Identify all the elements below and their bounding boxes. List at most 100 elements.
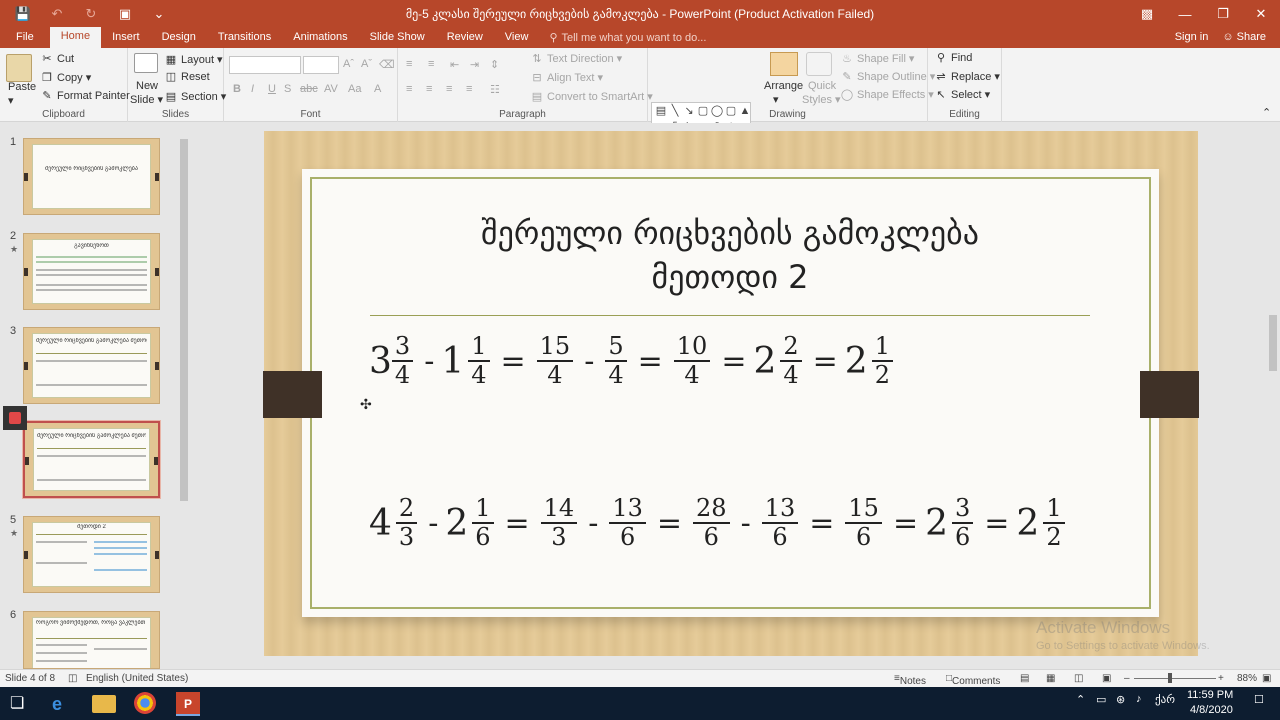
- tab-review[interactable]: Review: [436, 28, 494, 48]
- minimize-button[interactable]: —: [1166, 0, 1204, 28]
- input-language[interactable]: ქარ: [1155, 693, 1175, 706]
- text-direction-button[interactable]: ⇅ Text Direction ▾: [530, 52, 622, 66]
- paste-dropdown-icon[interactable]: ▾: [8, 94, 14, 107]
- paste-button[interactable]: Paste: [8, 81, 36, 93]
- italic-button[interactable]: I: [251, 83, 254, 95]
- align-text-button[interactable]: ⊟ Align Text ▾: [530, 71, 603, 85]
- shape-textbox-icon[interactable]: ▤: [654, 103, 668, 119]
- shadow-button[interactable]: S: [284, 83, 291, 95]
- start-from-beginning-icon[interactable]: ▣: [110, 2, 140, 26]
- shape-rectangle-icon[interactable]: ▢: [696, 103, 710, 119]
- layout-button[interactable]: ▦ Layout ▾: [164, 53, 223, 67]
- align-center-icon[interactable]: ≡: [426, 83, 432, 95]
- tab-home[interactable]: Home: [49, 27, 102, 48]
- quick-styles-icon[interactable]: [806, 52, 832, 76]
- section-button[interactable]: ▤ Section ▾: [164, 90, 226, 104]
- collapse-ribbon-icon[interactable]: ⌃: [1262, 106, 1271, 119]
- change-case-icon[interactable]: Aa: [348, 83, 361, 95]
- shape-oval-icon[interactable]: ◯: [710, 103, 724, 119]
- thumbnail-slide-5[interactable]: მეთოდი 2: [23, 516, 160, 593]
- shape-line-icon[interactable]: ╲: [668, 103, 682, 119]
- spellcheck-icon[interactable]: ◫: [68, 673, 77, 684]
- arrange-dropdown-icon[interactable]: ▾: [773, 93, 779, 106]
- equation-1[interactable]: 3 34 - 1 14 = 15 4 - 54 = 10 4 = 2 24 = 2 …: [369, 333, 897, 389]
- canvas-scrollbar[interactable]: [1266, 123, 1280, 669]
- shape-outline-button[interactable]: ✎ Shape Outline ▾: [840, 70, 935, 84]
- new-slide-button[interactable]: New: [136, 80, 158, 92]
- wifi-icon[interactable]: ⊛: [1116, 693, 1125, 706]
- canvas-scroll-thumb[interactable]: [1269, 315, 1277, 371]
- paste-icon[interactable]: [6, 54, 32, 82]
- clear-format-icon[interactable]: ⌫: [379, 58, 395, 71]
- tab-insert[interactable]: Insert: [101, 28, 151, 48]
- arrange-icon[interactable]: [770, 52, 798, 76]
- line-spacing-icon[interactable]: ⇕: [490, 58, 499, 71]
- notifications-icon[interactable]: ☐: [1254, 693, 1264, 706]
- shape-arrow-line-icon[interactable]: ↘: [682, 103, 696, 119]
- smartart-button[interactable]: ▤ Convert to SmartArt ▾: [530, 90, 653, 104]
- customize-qat-icon[interactable]: ⌄: [144, 2, 174, 26]
- font-name-input[interactable]: [229, 56, 301, 74]
- zoom-out-icon[interactable]: –: [1124, 673, 1130, 684]
- align-right-icon[interactable]: ≡: [446, 83, 452, 95]
- zoom-in-icon[interactable]: +: [1218, 673, 1224, 684]
- justify-icon[interactable]: ≡: [466, 83, 472, 95]
- file-explorer-icon[interactable]: [92, 695, 116, 713]
- sign-in-link[interactable]: Sign in: [1175, 28, 1209, 48]
- clock-date[interactable]: 4/8/2020: [1190, 704, 1233, 716]
- zoom-level[interactable]: 88%: [1237, 673, 1257, 684]
- tab-animations[interactable]: Animations: [282, 28, 358, 48]
- copy-button[interactable]: ❐ Copy ▾: [40, 71, 91, 85]
- cut-button[interactable]: ✂ Cut: [40, 53, 74, 65]
- find-button[interactable]: ⚲ Find: [934, 52, 972, 64]
- tab-file[interactable]: File: [0, 28, 50, 48]
- thumbnail-slide-3[interactable]: შერეული რიცხვების გამოკლება მეთოდი 1: [23, 327, 160, 404]
- tab-view[interactable]: View: [494, 28, 540, 48]
- tell-me-box[interactable]: ⚲ Tell me what you want to do...: [539, 28, 716, 48]
- volume-icon[interactable]: ♪: [1136, 693, 1142, 705]
- chrome-icon[interactable]: [134, 692, 156, 714]
- comments-button[interactable]: □ Comments: [946, 673, 1000, 687]
- close-button[interactable]: ✕: [1242, 0, 1280, 28]
- powerpoint-taskbar-icon[interactable]: P: [176, 692, 200, 716]
- thumbnail-scroll-thumb[interactable]: [180, 139, 188, 501]
- numbering-icon[interactable]: ≡: [428, 58, 434, 70]
- shape-rounded-rect-icon[interactable]: ▢: [724, 103, 738, 119]
- shape-fill-button[interactable]: ♨ Shape Fill ▾: [840, 52, 914, 66]
- redo-icon[interactable]: ↻: [76, 2, 106, 26]
- replace-button[interactable]: ⇌ Replace ▾: [934, 70, 1000, 84]
- increase-indent-icon[interactable]: ⇥: [470, 58, 479, 71]
- undo-icon[interactable]: ↶: [42, 2, 72, 26]
- bullets-icon[interactable]: ≡: [406, 58, 412, 70]
- font-size-input[interactable]: [303, 56, 339, 74]
- arrange-button[interactable]: Arrange: [764, 80, 803, 92]
- slide-sorter-icon[interactable]: ▦: [1046, 673, 1055, 684]
- thumbnail-slide-2[interactable]: გავიხსენოთ: [23, 233, 160, 310]
- increase-font-icon[interactable]: Aˆ: [343, 58, 354, 70]
- bold-button[interactable]: B: [233, 83, 241, 95]
- select-button[interactable]: ↖ Select ▾: [934, 88, 990, 102]
- columns-icon[interactable]: ☷: [490, 83, 500, 96]
- thumbnail-scrollbar[interactable]: [178, 125, 190, 669]
- slide-title-line-1[interactable]: შერეული რიცხვების გამოკლება: [340, 214, 1120, 252]
- tray-expand-icon[interactable]: ⌃: [1076, 693, 1085, 706]
- spacing-icon[interactable]: AV: [324, 83, 338, 95]
- normal-view-icon[interactable]: ▤: [1020, 673, 1029, 684]
- share-button[interactable]: ☺ Share: [1222, 28, 1266, 48]
- battery-icon[interactable]: ▭: [1096, 693, 1106, 706]
- zoom-slider[interactable]: [1134, 678, 1216, 679]
- quick-styles-dropdown[interactable]: Styles ▾: [802, 93, 841, 107]
- tab-design[interactable]: Design: [151, 28, 207, 48]
- restore-button[interactable]: ❐: [1204, 0, 1242, 28]
- edge-browser-icon[interactable]: e: [52, 692, 76, 716]
- thumbnail-slide-4[interactable]: შერეული რიცხვების გამოკლება მეთოდი 2: [22, 420, 161, 499]
- zoom-slider-handle[interactable]: [1168, 673, 1172, 683]
- reading-view-icon[interactable]: ◫: [1074, 673, 1083, 684]
- new-slide-dropdown[interactable]: Slide ▾: [130, 93, 163, 107]
- record-button[interactable]: [3, 406, 27, 430]
- align-left-icon[interactable]: ≡: [406, 83, 412, 95]
- equation-2[interactable]: 4 23 - 2 16 = 14 3 - 13 6 = 28 6 - 13 6 = 15…: [369, 495, 1069, 551]
- decrease-indent-icon[interactable]: ⇤: [450, 58, 459, 71]
- tab-slide-show[interactable]: Slide Show: [359, 28, 436, 48]
- save-icon[interactable]: 💾: [8, 2, 38, 26]
